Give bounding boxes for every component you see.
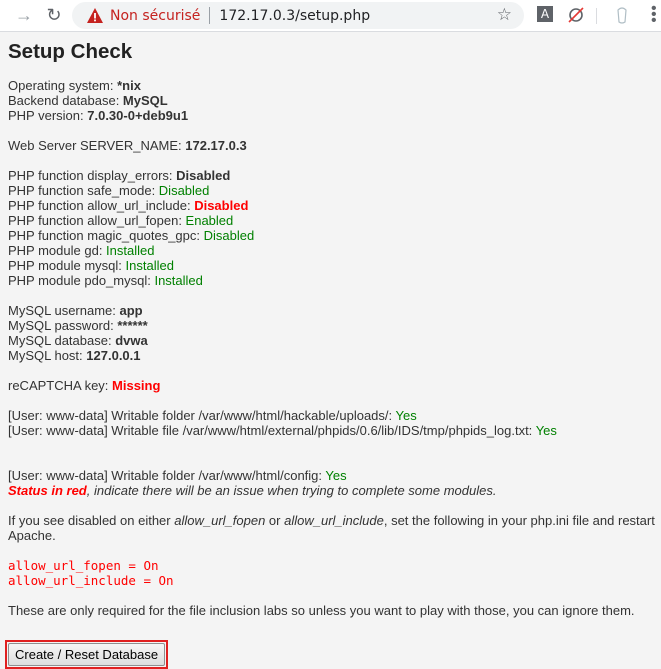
extension-a-icon[interactable]: A [537,6,553,22]
info-os: Operating system: *nix [8,78,141,93]
info-db: Backend database: MySQL [8,93,168,108]
security-label[interactable]: Non sécurisé [110,8,200,24]
create-reset-database-button[interactable]: Create / Reset Database [8,643,166,666]
info-server-name: Web Server SERVER_NAME: 172.17.0.3 [8,138,247,153]
php-check-row: PHP module gd: Installed [8,243,155,258]
mysql-username: MySQL username: app [8,303,143,318]
code-line: allow_url_fopen = On [8,558,159,573]
php-check-row: PHP function magic_quotes_gpc: Disabled [8,228,255,243]
writable-row: [User: www-data] Writable file /var/www/… [8,423,557,438]
extension-profile-icon[interactable] [614,6,630,26]
mysql-password: MySQL password: ****** [8,318,148,333]
menu-icon[interactable]: • • • [651,1,657,29]
page-title: Setup Check [8,40,133,63]
footer-note: These are only required for the file inc… [8,603,635,618]
omnibox-divider [209,7,211,24]
browser-toolbar: → ↻ Non sécurisé 172.17.0.3/setup.php ☆ … [0,0,661,32]
url-text[interactable]: 172.17.0.3/setup.php [219,8,370,24]
php-check-row: PHP function safe_mode: Disabled [8,183,210,198]
forward-icon[interactable]: → [10,2,38,30]
writable-row: [User: www-data] Writable folder /var/ww… [8,468,347,483]
php-check-row: PHP module mysql: Installed [8,258,174,273]
code-line: allow_url_include = On [8,573,174,588]
recaptcha-status: reCAPTCHA key: Missing [8,378,161,393]
php-check-row: PHP function allow_url_include: Disabled [8,198,249,213]
extension-blocked-icon[interactable] [567,6,585,24]
php-check-row: PHP module pdo_mysql: Installed [8,273,203,288]
instructions: If you see disabled on either allow_url_… [8,513,655,543]
warning-icon [87,7,103,23]
address-bar[interactable]: Non sécurisé 172.17.0.3/setup.php ☆ [72,2,524,29]
toolbar-divider [596,8,597,24]
php-check-row: PHP function display_errors: Disabled [8,168,231,183]
php-check-row: PHP function allow_url_fopen: Enabled [8,213,234,228]
status-note: Status in red, indicate there will be an… [8,483,497,498]
mysql-host: MySQL host: 127.0.0.1 [8,348,141,363]
page-content: Setup Check Operating system: *nix Backe… [0,41,661,669]
star-icon[interactable]: ☆ [497,5,512,25]
info-php-version: PHP version: 7.0.30-0+deb9u1 [8,108,189,123]
reload-icon[interactable]: ↻ [40,2,68,30]
button-highlight: Create / Reset Database [5,640,169,669]
writable-row: [User: www-data] Writable folder /var/ww… [8,408,417,423]
mysql-database: MySQL database: dvwa [8,333,148,348]
